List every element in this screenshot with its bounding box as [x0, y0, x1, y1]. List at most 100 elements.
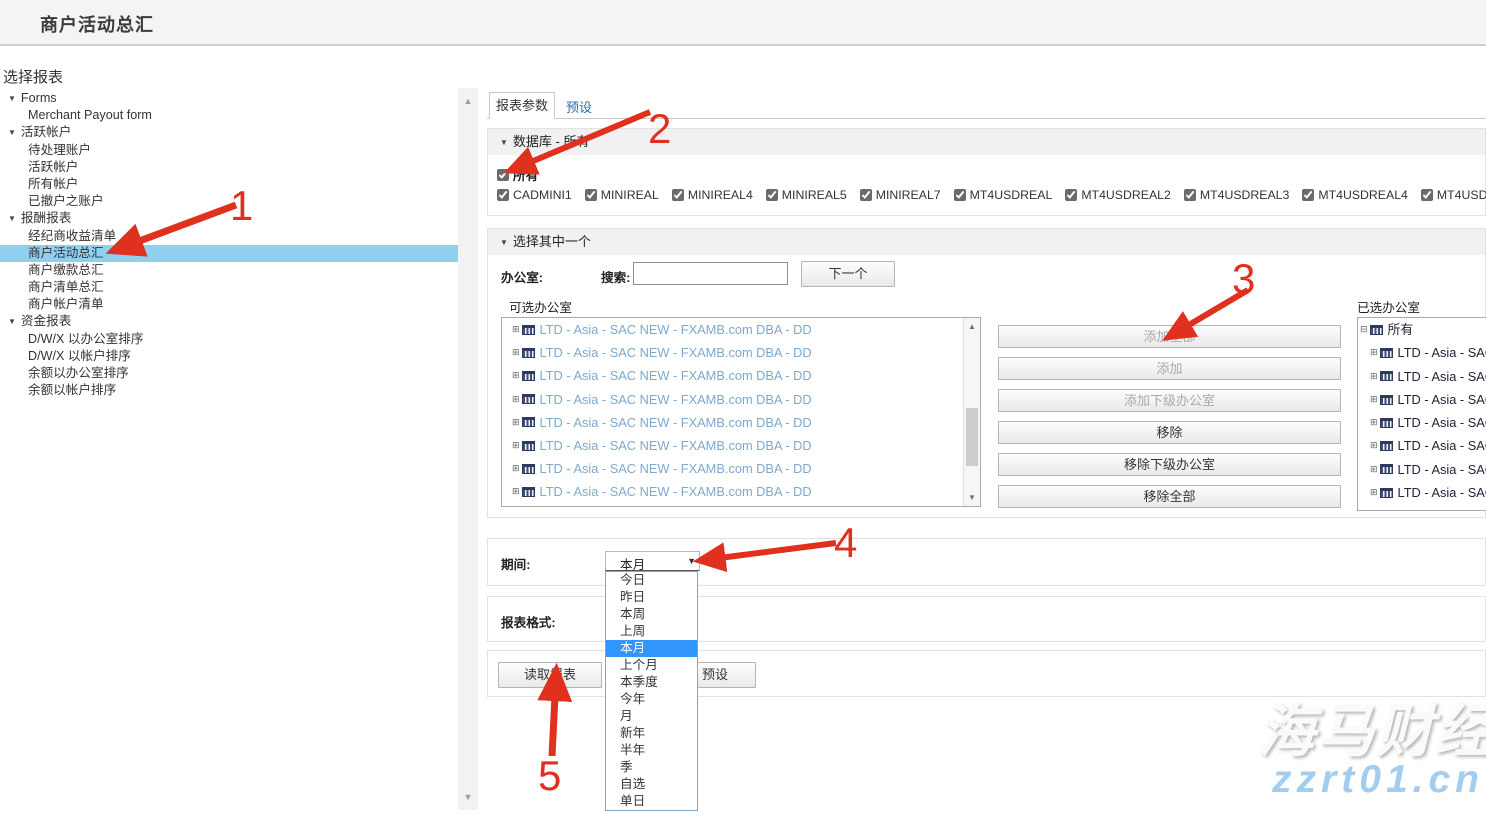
- transfer-button-4[interactable]: 移除: [998, 421, 1341, 444]
- office-bank-icon: [522, 348, 535, 358]
- office-name: LTD - Asia - SAC NEW - FXAMB.com DBA - D…: [540, 457, 812, 480]
- selected-office-all[interactable]: ⊟所有: [1358, 318, 1486, 341]
- period-option[interactable]: 今年: [606, 691, 697, 708]
- selected-office-item[interactable]: ⊞LTD - Asia - SAC N: [1358, 341, 1486, 364]
- period-option[interactable]: 单日: [606, 793, 697, 810]
- tree-item[interactable]: 商户清单总汇: [0, 279, 458, 296]
- tree-item[interactable]: 商户帐户清单: [0, 296, 458, 313]
- tree-item[interactable]: D/W/X 以帐户排序: [0, 348, 458, 365]
- choose-one-section: ▼选择其中一个 办公室: 搜索: 下一个 可选办公室 已选办公室 ⊞LTD - …: [487, 228, 1486, 518]
- tab-report-params[interactable]: 报表参数: [489, 92, 555, 119]
- expand-node-icon: ⊞: [1370, 341, 1378, 364]
- database-checkbox-item: MT4USDREAL5: [1421, 188, 1486, 202]
- scroll-up-icon[interactable]: ▲: [964, 322, 980, 331]
- tree-item[interactable]: 经纪商收益清单: [0, 228, 458, 245]
- database-checkbox[interactable]: [1302, 189, 1314, 201]
- period-dropdown[interactable]: 今日昨日本周上周本月上个月本季度今年月新年半年季自选单日: [605, 571, 698, 811]
- period-option[interactable]: 今日: [606, 572, 697, 589]
- tree-item[interactable]: 商户缴款总汇: [0, 262, 458, 279]
- office-list-item[interactable]: ⊞LTD - Asia - SAC NEW - FXAMB.com DBA - …: [502, 318, 980, 341]
- period-option[interactable]: 季: [606, 759, 697, 776]
- period-option[interactable]: 本季度: [606, 674, 697, 691]
- scroll-up-icon[interactable]: ▲: [458, 92, 478, 110]
- scrollbar-thumb[interactable]: [966, 408, 978, 466]
- office-list-item[interactable]: ⊞LTD - Asia - SAC NEW - FXAMB.com DBA - …: [502, 388, 980, 411]
- listbox-scrollbar[interactable]: ▲ ▼: [963, 318, 980, 506]
- search-label: 搜索:: [601, 267, 630, 286]
- database-all-checkbox[interactable]: [497, 169, 509, 181]
- period-option[interactable]: 昨日: [606, 589, 697, 606]
- tree-group[interactable]: ▼报酬报表: [0, 210, 458, 227]
- selected-offices-listbox[interactable]: ⊟所有⊞LTD - Asia - SAC N⊞LTD - Asia - SAC …: [1357, 317, 1486, 511]
- office-list-item[interactable]: ⊞LTD - Asia - SAC NEW - FXAMB.com DBA - …: [502, 364, 980, 387]
- tree-item[interactable]: 待处理账户: [0, 142, 458, 159]
- choose-one-section-header[interactable]: ▼选择其中一个: [488, 229, 1485, 255]
- tree-item-label: 商户帐户清单: [28, 297, 104, 311]
- database-checkbox[interactable]: [497, 189, 509, 201]
- period-option[interactable]: 上周: [606, 623, 697, 640]
- office-search-input[interactable]: [633, 262, 788, 285]
- selected-office-item[interactable]: ⊞LTD - Asia - SAC N: [1358, 481, 1486, 504]
- database-checkbox-item: MINIREAL5: [766, 188, 847, 202]
- tree-item[interactable]: 已撤户之账户: [0, 193, 458, 210]
- selected-office-item[interactable]: ⊞LTD - Asia - SAC N: [1358, 458, 1486, 481]
- tree-item[interactable]: 余额以帐户排序: [0, 382, 458, 399]
- office-list-item[interactable]: ⊞LTD - Asia - SAC NEW - FXAMB.com DBA - …: [502, 434, 980, 457]
- database-checkbox[interactable]: [766, 189, 778, 201]
- scroll-down-icon[interactable]: ▼: [458, 788, 478, 806]
- tabstrip-divider: [487, 118, 1486, 119]
- tree-item-label: 余额以办公室排序: [28, 366, 129, 380]
- scroll-down-icon[interactable]: ▼: [964, 493, 980, 502]
- selected-office-item[interactable]: ⊞LTD - Asia - SAC N: [1358, 365, 1486, 388]
- available-offices-listbox[interactable]: ⊞ LTD - Asia - SAC NEW - FXAMB.com DBA - …: [501, 317, 981, 507]
- office-label: 办公室:: [501, 267, 543, 286]
- transfer-button-5[interactable]: 移除下级办公室: [998, 453, 1341, 476]
- sidebar-scrollbar[interactable]: ▲ ▼: [458, 88, 478, 810]
- database-checkbox[interactable]: [860, 189, 872, 201]
- expand-node-icon: ⊞: [1370, 481, 1378, 504]
- office-name: LTD - Asia - SAC NEW - FXAMB.com DBA - D…: [540, 341, 812, 364]
- office-bank-icon: [1380, 464, 1393, 474]
- selected-office-item[interactable]: ⊞LTD - Asia - SAC N: [1358, 411, 1486, 434]
- period-option[interactable]: 本月: [606, 640, 697, 657]
- tree-item[interactable]: 活跃帐户: [0, 159, 458, 176]
- selected-office-item[interactable]: ⊞LTD - Asia - SAC N: [1358, 388, 1486, 411]
- database-checkbox[interactable]: [1184, 189, 1196, 201]
- tree-item-label: 商户活动总汇: [28, 246, 104, 260]
- load-report-button[interactable]: 读取报表: [498, 662, 602, 688]
- next-button[interactable]: 下一个: [801, 261, 895, 287]
- database-checkbox[interactable]: [1065, 189, 1077, 201]
- transfer-button-6[interactable]: 移除全部: [998, 485, 1341, 508]
- tree-group[interactable]: ▼Forms: [0, 90, 458, 107]
- period-option[interactable]: 上个月: [606, 657, 697, 674]
- tree-group[interactable]: ▼活跃帐户: [0, 124, 458, 141]
- database-section-header[interactable]: ▼数据库 - 所有: [488, 129, 1485, 155]
- database-checkbox[interactable]: [1421, 189, 1433, 201]
- period-select-value: 本月: [620, 554, 645, 573]
- office-list-item[interactable]: ⊞LTD - Asia - SAC NEW - FXAMB.com DBA - …: [502, 480, 980, 503]
- office-list-item[interactable]: ⊞LTD - Asia - SAC NEW - FXAMB.com DBA - …: [502, 341, 980, 364]
- period-option[interactable]: 本周: [606, 606, 697, 623]
- database-checkbox[interactable]: [585, 189, 597, 201]
- tree-item[interactable]: D/W/X 以办公室排序: [0, 331, 458, 348]
- selected-office-item[interactable]: ⊞LTD - Asia - SAC N: [1358, 434, 1486, 457]
- tree-item[interactable]: 商户活动总汇: [0, 245, 458, 262]
- period-option[interactable]: 新年: [606, 725, 697, 742]
- choose-one-section-title: 选择其中一个: [513, 234, 591, 249]
- database-checkbox[interactable]: [672, 189, 684, 201]
- tree-group[interactable]: ▼资金报表: [0, 313, 458, 330]
- period-option[interactable]: 月: [606, 708, 697, 725]
- period-option[interactable]: 自选: [606, 776, 697, 793]
- expand-node-icon: ⊞: [512, 318, 520, 341]
- tree-item[interactable]: Merchant Payout form: [0, 107, 458, 124]
- tab-presets[interactable]: 预设: [566, 97, 592, 116]
- database-checkbox-row: CADMINI1MINIREALMINIREAL4MINIREAL5MINIRE…: [497, 188, 1486, 202]
- office-list-item[interactable]: ⊞LTD - Asia - SAC NEW - FXAMB.com DBA - …: [502, 457, 980, 480]
- period-option[interactable]: 半年: [606, 742, 697, 759]
- collapse-triangle-icon: ▼: [500, 138, 508, 147]
- tree-item[interactable]: 所有帐户: [0, 176, 458, 193]
- tree-item[interactable]: 余额以办公室排序: [0, 365, 458, 382]
- office-list-item[interactable]: ⊞LTD - Asia - SAC NEW - FXAMB.com DBA - …: [502, 411, 980, 434]
- period-select[interactable]: 本月 ▼: [605, 551, 700, 571]
- database-checkbox[interactable]: [954, 189, 966, 201]
